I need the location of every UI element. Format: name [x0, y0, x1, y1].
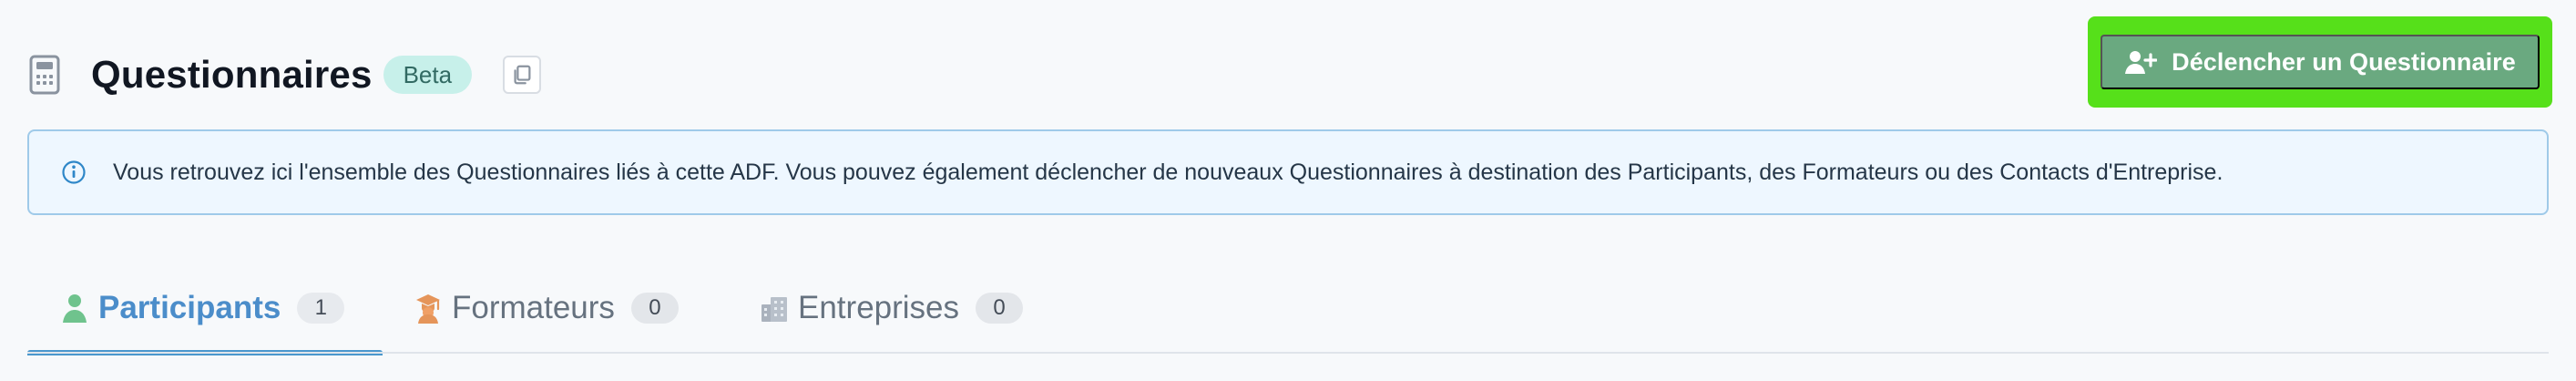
calculator-icon: [29, 55, 60, 95]
building-icon: [762, 297, 787, 322]
title-group: Questionnaires Beta: [27, 35, 542, 115]
beta-badge: Beta: [383, 56, 473, 94]
copy-icon: [514, 65, 531, 85]
trigger-button-highlight: Déclencher un Questionnaire: [2088, 16, 2552, 108]
tab-participants-label: Participants: [98, 290, 281, 325]
trigger-questionnaire-button[interactable]: Déclencher un Questionnaire: [2101, 35, 2540, 89]
graduation-cap-icon: [416, 294, 440, 324]
tab-entreprises[interactable]: Entreprises 0: [760, 261, 1106, 355]
info-icon: [62, 160, 86, 184]
tab-entreprises-count: 0: [976, 293, 1024, 324]
copy-button[interactable]: [503, 56, 542, 94]
questionnaire-tabs: Participants 1 Formateurs 0 Entreprises …: [27, 261, 2549, 355]
page-title: Questionnaires: [91, 53, 373, 96]
tab-participants[interactable]: Participants 1: [27, 261, 383, 355]
info-message: Vous retrouvez ici l'ensemble des Questi…: [113, 160, 2223, 185]
trigger-questionnaire-label: Déclencher un Questionnaire: [2172, 47, 2516, 76]
questionnaires-page: Questionnaires Beta Déclencher un Questi…: [0, 0, 2576, 381]
tab-entreprises-label: Entreprises: [798, 290, 960, 325]
page-header: Questionnaires Beta Déclencher un Questi…: [27, 16, 2552, 124]
info-alert: Vous retrouvez ici l'ensemble des Questi…: [27, 129, 2549, 215]
tab-formateurs-count: 0: [630, 293, 679, 324]
tab-formateurs-label: Formateurs: [452, 290, 615, 325]
user-plus-icon: [2125, 51, 2158, 74]
tabs-divider: [27, 352, 2549, 354]
tab-formateurs[interactable]: Formateurs 0: [414, 261, 741, 355]
user-icon: [63, 294, 87, 323]
tab-participants-count: 1: [297, 293, 345, 324]
